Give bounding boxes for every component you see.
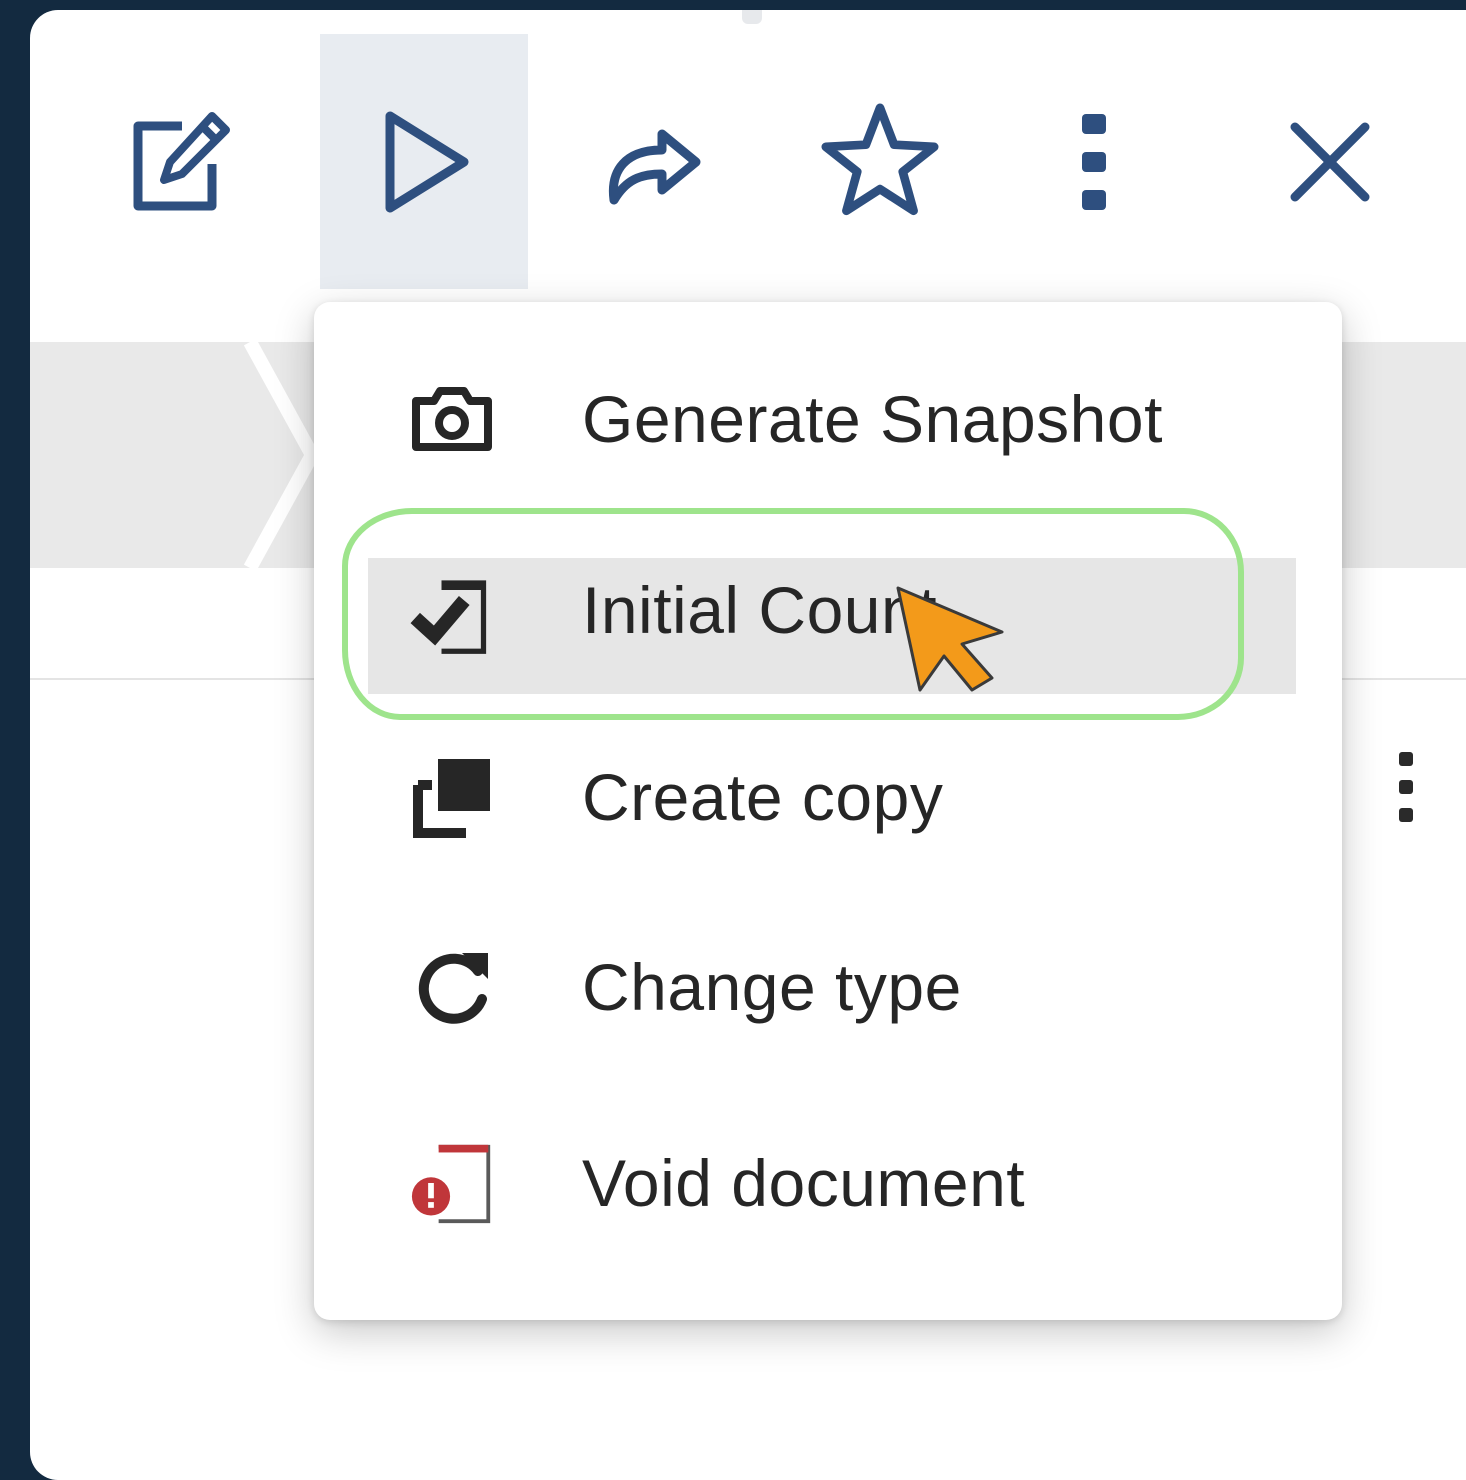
- more-vertical-icon: [1082, 113, 1106, 210]
- menu-item-initial-count[interactable]: Initial Count: [314, 542, 1342, 694]
- window-notch: [742, 10, 762, 24]
- menu-item-label: Generate Snapshot: [582, 382, 1163, 456]
- share-button[interactable]: [548, 34, 756, 289]
- refresh-icon: [410, 945, 494, 1029]
- copy-icon: [410, 755, 494, 839]
- menu-item-label: Initial Count: [582, 573, 938, 647]
- kebab-dot: [1399, 808, 1413, 822]
- kebab-dot: [1399, 780, 1413, 794]
- close-icon: [1290, 122, 1370, 201]
- play-icon: [385, 111, 469, 212]
- check-document-icon: [410, 576, 494, 660]
- menu-item-generate-snapshot[interactable]: Generate Snapshot: [314, 344, 1342, 494]
- camera-icon: [410, 377, 494, 461]
- menu-item-change-type[interactable]: Change type: [314, 912, 1342, 1062]
- void-document-icon: [410, 1141, 494, 1225]
- close-button[interactable]: [1226, 34, 1434, 289]
- menu-item-label: Void document: [582, 1146, 1026, 1220]
- edit-icon: [133, 111, 230, 210]
- edit-button[interactable]: [76, 34, 284, 289]
- row-more-button[interactable]: [1388, 752, 1424, 822]
- more-options-button[interactable]: [990, 34, 1198, 289]
- breadcrumb-chevron: [243, 342, 320, 568]
- menu-item-label: Create copy: [582, 760, 944, 834]
- actions-menu: Generate Snapshot Initial Count Create c…: [314, 302, 1342, 1320]
- kebab-dot: [1399, 752, 1413, 766]
- star-icon: [821, 103, 939, 215]
- run-button[interactable]: [320, 34, 528, 289]
- app-window: Generate Snapshot Initial Count Create c…: [30, 10, 1466, 1480]
- menu-item-void-document[interactable]: Void document: [314, 1108, 1342, 1258]
- menu-item-label: Change type: [582, 950, 962, 1024]
- share-forward-icon: [608, 129, 701, 204]
- menu-item-create-copy[interactable]: Create copy: [314, 722, 1342, 872]
- favorite-button[interactable]: [776, 34, 984, 289]
